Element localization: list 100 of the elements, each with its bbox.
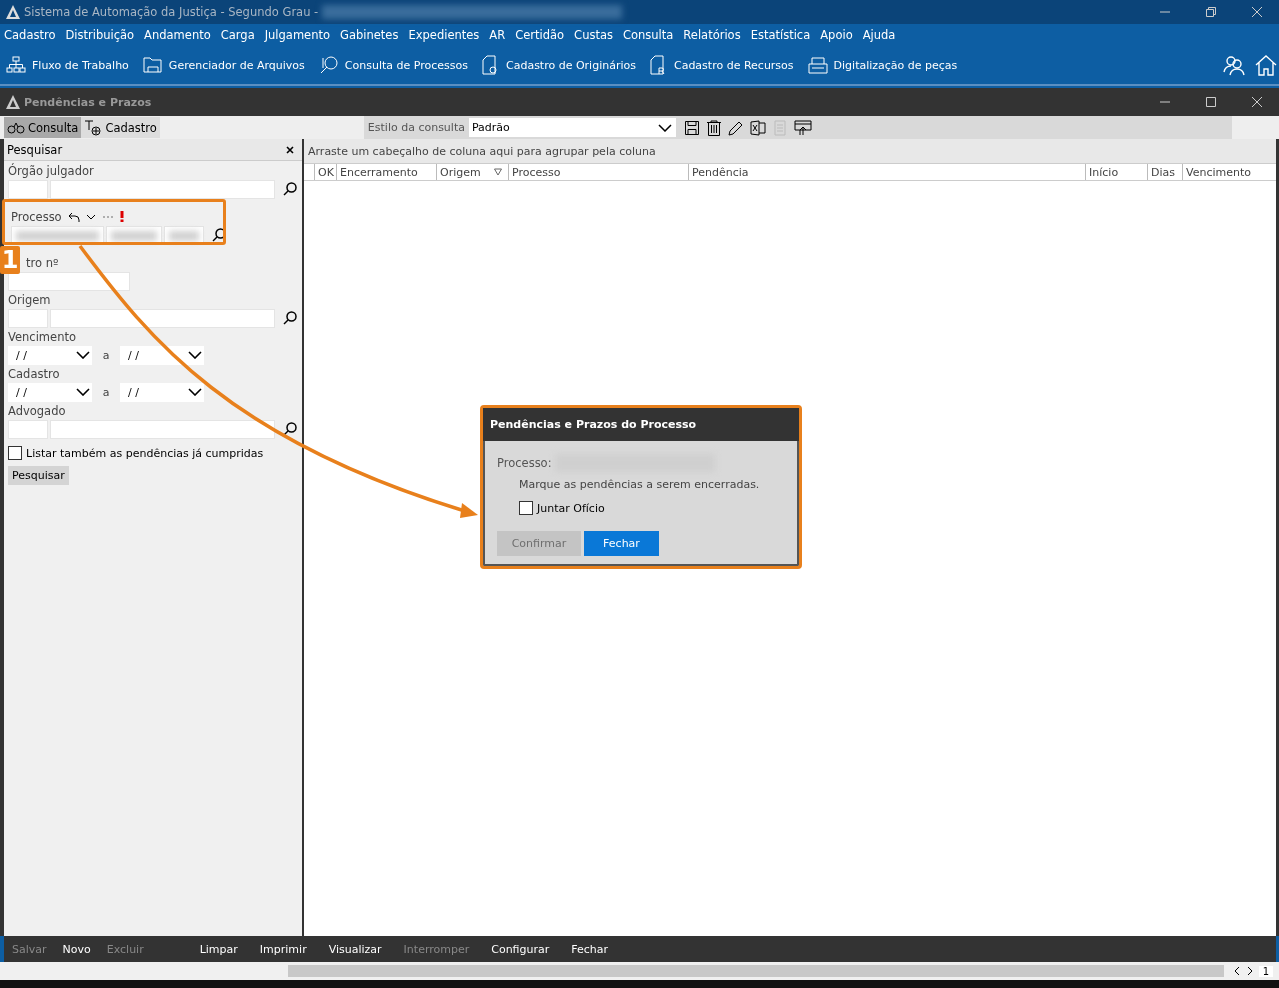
menu-item[interactable]: Consulta [622,28,674,42]
range-separator: a [101,348,111,362]
dialog-message: Marque as pendências a serem encerradas. [519,478,761,491]
range-separator: a [101,385,111,399]
column-header[interactable]: Origem [436,164,508,180]
search-icon[interactable] [283,311,297,325]
tab[interactable]: Cadastro [81,117,160,138]
undo-icon[interactable] [67,211,80,222]
text-input[interactable] [50,308,275,328]
field-label: Estilo da consulta [366,121,466,134]
menu-item[interactable]: Custas [574,28,613,42]
date-picker[interactable]: / / [8,345,92,365]
page-number[interactable]: 1 [1258,965,1273,977]
style-dropdown[interactable]: Padrão [468,118,676,137]
field-label: tro nº [26,255,59,270]
document-icon [482,55,500,75]
horizontal-scrollbar[interactable] [287,965,1224,977]
date-picker[interactable]: / / [8,382,92,402]
scanner-icon [807,56,828,74]
restore-icon[interactable] [1205,6,1217,18]
chevron-down-icon [188,388,202,396]
tab[interactable]: Consulta [4,117,82,138]
menu-item[interactable]: Julgamento [264,28,331,42]
column-header[interactable]: Vencimento [1182,164,1267,180]
checkbox-label: Listar também as pendências já cumpridas [26,446,264,460]
menu-item[interactable]: Cadastro [4,28,56,42]
code-input[interactable] [8,419,48,439]
logo-icon [6,5,20,19]
users-icon[interactable] [1223,54,1245,76]
column-header[interactable]: Dias [1147,164,1182,180]
action-button[interactable]: Fechar [571,940,609,958]
menu-item[interactable]: Apoio [820,28,853,42]
checkbox-label: Juntar Ofício [537,501,605,515]
menu-item[interactable]: Relatórios [683,28,741,42]
close-icon[interactable] [286,145,294,154]
toolbar-button[interactable]: Gerenciador de Arquivos [140,54,307,76]
dialog-title: Pendências e Prazos do Processo [490,418,697,431]
toolbar-button[interactable]: Consulta de Processos [316,53,470,77]
export-icon[interactable] [793,119,812,136]
spreadsheet-icon[interactable] [749,119,766,136]
home-icon[interactable] [1255,54,1277,76]
previous-icon[interactable] [1232,966,1241,976]
action-button[interactable]: Configurar [491,940,550,958]
column-header[interactable]: Início [1085,164,1147,180]
text-input[interactable] [50,179,275,199]
action-button[interactable]: Novo [62,940,91,958]
chevron-down-icon[interactable] [85,213,96,220]
date-picker[interactable]: / / [120,345,204,365]
date-picker[interactable]: / / [120,382,204,402]
filter-icon[interactable] [494,168,502,176]
menu-item[interactable]: Andamento [144,28,211,42]
column-header[interactable]: Encerramento [336,164,436,180]
action-button[interactable]: Visualizar [328,940,382,958]
checkbox[interactable] [519,501,533,515]
action-button[interactable]: Imprimir [259,940,307,958]
toolbar-button[interactable]: Cadastro de Recursos [647,53,796,77]
maximize-icon[interactable] [1205,96,1217,108]
pencil-icon[interactable] [727,119,744,136]
menu-item[interactable]: Estatística [750,28,811,42]
text-input[interactable] [50,419,275,439]
toolbar-button[interactable]: Fluxo de Trabalho [4,54,131,76]
logo-icon [6,95,20,109]
toolbar-button[interactable]: Digitalização de peças [805,54,960,76]
save-icon[interactable] [683,119,700,136]
text-input[interactable] [8,271,130,291]
search-button[interactable]: Pesquisar [8,466,69,485]
search-icon [318,55,339,75]
field-label: Cadastro [8,366,60,381]
menu-item[interactable]: Gabinetes [340,28,399,42]
group-by-area: Arraste um cabeçalho de coluna aqui para agrupar pela coluna [304,139,1276,163]
menu-item[interactable]: Ajuda [862,28,896,42]
toolbar-button[interactable]: Cadastro de Originários [480,53,638,77]
column-header[interactable]: Pendência [688,164,1085,180]
checkbox[interactable] [8,446,22,460]
code-input[interactable] [8,179,48,199]
search-icon[interactable] [283,422,297,436]
field-label: Órgão julgador [8,163,94,178]
chevron-down-icon [657,123,672,132]
close-button[interactable]: Fechar [584,531,659,556]
delete-icon[interactable] [705,119,722,136]
menu-item[interactable]: Carga [220,28,255,42]
text-add-icon [84,119,103,136]
column-header[interactable]: OK [314,164,336,180]
field-label: Origem [8,292,51,307]
menu-item[interactable]: Distribuição [65,28,135,42]
menu-item[interactable]: Expedientes [408,28,480,42]
column-header[interactable]: Processo [508,164,688,180]
chevron-down-icon [76,351,90,359]
search-icon[interactable] [283,182,297,196]
hierarchy-icon [6,56,26,74]
field-label: Processo: [497,456,552,470]
search-icon[interactable] [212,228,226,242]
menu-item[interactable]: AR [489,28,506,42]
action-button[interactable]: Limpar [199,940,238,958]
folder-icon [142,56,163,74]
code-input[interactable] [8,308,48,328]
field-label: Processo [11,209,62,224]
menu-item[interactable]: Certidão [515,28,565,42]
field-label: Vencimento [8,329,76,344]
next-icon[interactable] [1245,966,1254,976]
